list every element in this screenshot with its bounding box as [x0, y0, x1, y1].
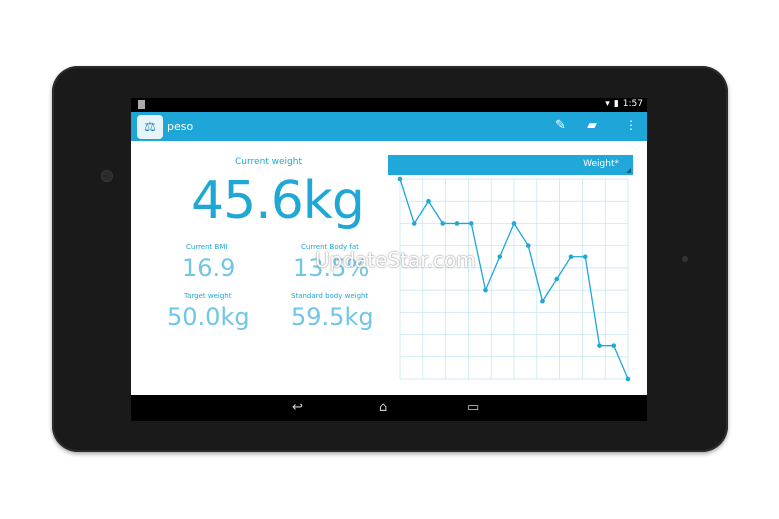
app-title: peso [167, 120, 194, 133]
pencil-icon[interactable]: ✎ [555, 118, 566, 133]
weight-data-point[interactable] [497, 254, 503, 260]
weight-data-point[interactable] [525, 243, 531, 248]
chart-header[interactable]: Weight* [388, 155, 633, 175]
bmi-label: Current BMI [186, 243, 228, 251]
weight-data-point[interactable] [483, 287, 488, 293]
status-bar: ▾ ▮ 1:57 [131, 98, 647, 112]
weight-data-point[interactable] [597, 343, 602, 348]
current-weight-label: Current weight [235, 157, 303, 167]
standard-weight-value: 59.5kg [291, 303, 374, 331]
sensor [682, 256, 688, 262]
action-bar: ⚖ peso ✎ ▰ ⋮ [131, 112, 647, 141]
bmi-value: 16.9 [182, 254, 236, 282]
target-weight-label: Target weight [184, 292, 232, 300]
dropdown-indicator-icon [626, 168, 631, 173]
weight-data-point[interactable] [468, 221, 474, 226]
weight-data-point[interactable] [540, 298, 545, 304]
wifi-icon: ▾ [605, 99, 610, 109]
weight-data-point[interactable] [611, 343, 617, 348]
standard-weight-label: Standard body weight [291, 292, 369, 300]
front-camera [101, 170, 113, 182]
clock: 1:57 [622, 99, 643, 109]
home-icon[interactable]: ⌂ [379, 400, 387, 415]
weight-data-point[interactable] [625, 376, 631, 382]
weight-data-point[interactable] [440, 221, 446, 226]
notification-icon [138, 100, 145, 109]
weight-data-point[interactable] [454, 221, 460, 226]
weight-data-point[interactable] [426, 198, 431, 204]
weight-data-point[interactable] [554, 276, 560, 282]
navigation-bar: ↩ ⌂ ▭ [131, 395, 647, 421]
app-icon[interactable]: ⚖ [137, 115, 163, 139]
weight-data-point[interactable] [568, 254, 574, 260]
weight-chart [397, 176, 631, 382]
watermark: UpdateStar.com [315, 248, 476, 272]
chart-title: Weight* [583, 159, 619, 169]
weight-data-point[interactable] [511, 221, 517, 226]
folder-icon[interactable]: ▰ [587, 118, 597, 133]
recents-icon[interactable]: ▭ [467, 400, 479, 415]
weight-data-point[interactable] [582, 254, 588, 260]
back-icon[interactable]: ↩ [292, 400, 303, 415]
weight-data-point[interactable] [397, 176, 403, 182]
weight-data-point[interactable] [411, 221, 417, 226]
target-weight-value: 50.0kg [167, 303, 250, 331]
battery-icon: ▮ [613, 99, 619, 109]
current-weight-value: 45.6kg [191, 171, 365, 231]
overflow-menu-icon[interactable]: ⋮ [625, 118, 637, 132]
